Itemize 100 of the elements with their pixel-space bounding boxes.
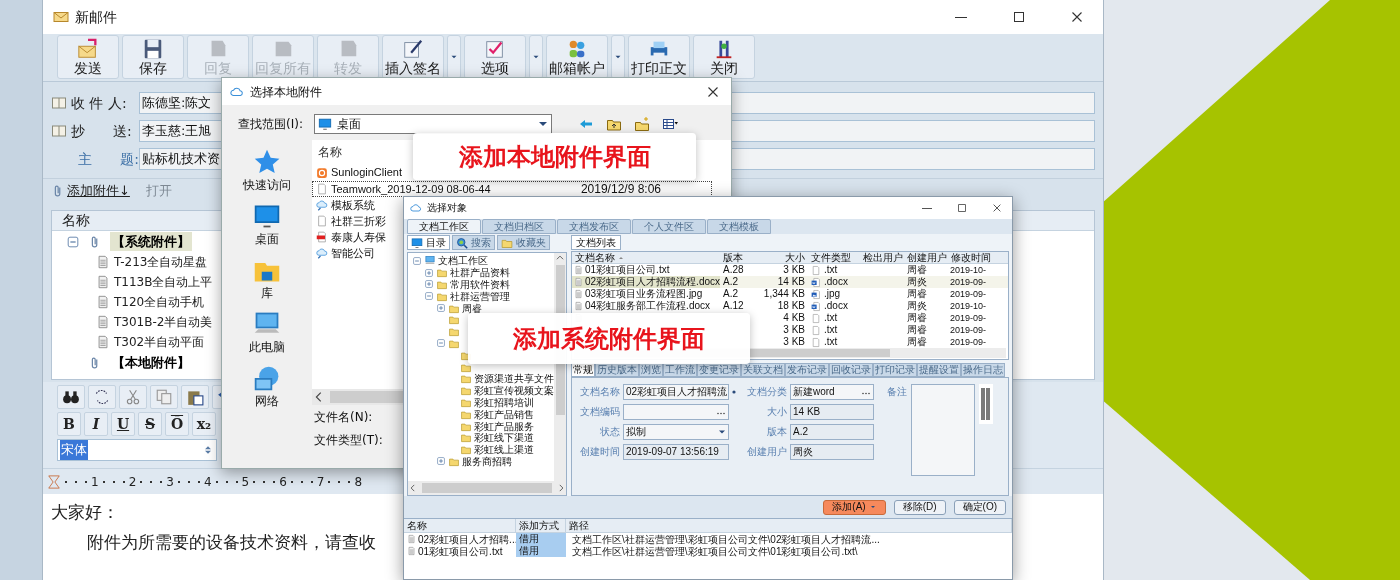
dialog-button[interactable]: 确定(O) (953, 499, 1006, 515)
tree-item[interactable]: 彩虹线上渠道 (474, 444, 534, 456)
text-field[interactable]: A.2 (790, 424, 874, 440)
view-menu-button[interactable] (660, 116, 680, 132)
tab[interactable]: 文档工作区 (407, 219, 481, 234)
text-field[interactable]: 14 KB (790, 404, 874, 420)
tree-item[interactable]: 彩虹线下渠道 (474, 432, 534, 444)
file-row[interactable]: 智能公司 (312, 245, 378, 261)
toolbar-button[interactable]: 插入签名 (382, 35, 444, 79)
place-link[interactable]: 库 (252, 256, 282, 302)
tree-item[interactable]: T113B全自动上平 (114, 273, 213, 291)
new-folder-button[interactable] (632, 116, 652, 132)
text-field[interactable] (623, 404, 729, 420)
tab[interactable]: 目录 (407, 235, 450, 250)
tree-item[interactable]: 常用软件资料 (450, 279, 510, 290)
expand-icon[interactable] (424, 267, 434, 278)
column-header[interactable]: 名称 (407, 520, 427, 531)
tab[interactable]: 搜索 (452, 235, 495, 250)
tree-item[interactable]: 社群产品资料 (450, 267, 510, 279)
tab[interactable]: 文档归档区 (482, 219, 556, 234)
find-button[interactable] (57, 385, 85, 409)
tab[interactable]: 个人文件区 (632, 219, 706, 234)
tree-item[interactable]: 文档工作区 (438, 255, 488, 267)
format-button[interactable]: U (111, 412, 135, 436)
text-field[interactable]: 2019-09-07 13:56:19 (623, 444, 729, 460)
tab[interactable]: 文档列表 (571, 235, 621, 250)
column-header[interactable]: 文件类型 (811, 252, 851, 264)
column-header[interactable]: 修改时间 (951, 252, 991, 264)
place-link[interactable]: 桌面 (252, 202, 282, 248)
format-button[interactable]: Ō (165, 412, 189, 436)
column-header[interactable]: 创建用户 (907, 252, 947, 264)
tree-item[interactable]: 【系统附件】 (110, 231, 192, 252)
column-header[interactable]: 检出用户 (863, 252, 903, 264)
table-cell[interactable]: 01彩虹项目公司.txt (585, 264, 670, 276)
toolbar-button[interactable]: 保存 (122, 35, 184, 79)
column-header[interactable]: 版本 (723, 252, 743, 264)
attachment-action[interactable]: 添加附件↓ (51, 180, 130, 201)
toolbar-button[interactable]: 邮箱帐户 (546, 35, 608, 79)
scrollbar[interactable] (408, 481, 566, 495)
column-header[interactable]: 文档名称 (575, 252, 615, 264)
collapse-icon[interactable] (436, 338, 446, 349)
tab[interactable]: 提醒设置 (917, 363, 961, 377)
paste-button[interactable] (181, 385, 209, 409)
address-book-icon[interactable] (51, 95, 67, 111)
tree-item[interactable]: 彩虹产品销售 (474, 408, 534, 420)
column-header[interactable]: 大小 (785, 252, 805, 264)
toolbar-button[interactable]: 打印正文 (628, 35, 690, 79)
font-combo[interactable]: 宋体 (57, 439, 217, 461)
place-link[interactable]: 网络 (252, 364, 282, 410)
column-header[interactable]: 添加方式 (519, 520, 559, 531)
tree-item[interactable]: 周睿 (462, 302, 482, 314)
format-button[interactable]: x₂ (192, 412, 216, 436)
dropdown-button[interactable] (447, 35, 461, 79)
text-field[interactable]: 周炎 (790, 444, 874, 460)
expand-icon[interactable] (436, 303, 446, 314)
tree-item[interactable]: 【本地附件】 (110, 352, 192, 373)
collapse-icon[interactable] (424, 291, 434, 302)
expand-icon[interactable] (436, 456, 446, 467)
tree-item[interactable]: 服务商招聘 (462, 455, 512, 467)
tree-item[interactable]: 彩虹招聘培训 (474, 396, 534, 408)
tab[interactable]: 回收记录 (829, 363, 873, 377)
collapse-icon[interactable] (412, 255, 422, 266)
toolbar-button[interactable]: 发送 (57, 35, 119, 79)
tree-item[interactable]: 资源渠道共享文件 (474, 373, 554, 385)
toolbar-button[interactable]: 关闭 (693, 35, 755, 79)
cut-button[interactable] (119, 385, 147, 409)
tree-item[interactable]: T-213全自动星盘 (114, 253, 208, 271)
tree-item[interactable]: 彩虹产品服务 (474, 420, 534, 432)
tree-item[interactable]: T302半自动平面 (114, 333, 205, 351)
tree-item[interactable]: T120全自动手机 (114, 293, 205, 311)
tab[interactable]: 操作日志 (961, 363, 1005, 377)
dialog-button[interactable]: 添加(A) (823, 499, 886, 515)
place-link[interactable]: 此电脑 (249, 310, 285, 356)
file-row[interactable]: 泰康人寿保 (312, 229, 389, 245)
text-field[interactable]: 02彩虹项目人才招聘流 (623, 384, 729, 400)
file-row[interactable]: 模板系统 (312, 197, 378, 213)
tab[interactable]: 收藏夹 (497, 235, 550, 250)
dropdown-button[interactable] (529, 35, 543, 79)
file-row[interactable]: 社群三折彩 (312, 213, 389, 229)
format-button[interactable]: B (57, 412, 81, 436)
tree-item[interactable]: T301B-2半自动美 (114, 313, 213, 331)
table-cell[interactable]: 03彩虹项目业务流程图.jpg (585, 288, 703, 300)
expand-icon[interactable] (424, 279, 434, 290)
column-header[interactable]: 路径 (569, 520, 589, 531)
note-field[interactable] (911, 384, 975, 476)
tab[interactable]: 发布记录 (785, 363, 829, 377)
tab[interactable]: 打印记录 (873, 363, 917, 377)
dropdown-button[interactable] (611, 35, 625, 79)
format-button[interactable]: I (84, 412, 108, 436)
dialog-button[interactable]: 移除(D) (893, 499, 946, 515)
address-book-icon[interactable] (51, 123, 67, 139)
tab[interactable]: 文档模板 (707, 219, 771, 234)
table-cell[interactable]: 04彩虹服务部工作流程.docx (585, 300, 711, 312)
toolbar-button[interactable]: 选项 (464, 35, 526, 79)
format-button[interactable]: S (138, 412, 162, 436)
tab[interactable]: 关联文档 (741, 363, 785, 377)
tree-item[interactable]: 社群运营管理 (450, 290, 510, 302)
text-field[interactable]: 新建word (790, 384, 874, 400)
collapse-icon[interactable] (66, 234, 80, 249)
tree-item[interactable]: 彩虹宣传视频文案 (474, 385, 554, 397)
